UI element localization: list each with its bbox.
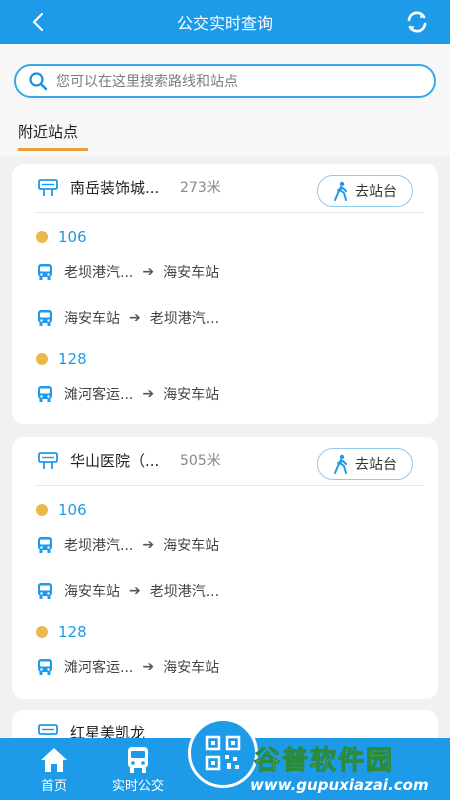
go-to-stop-label: 去站台 [355, 184, 397, 200]
stop-card-header: 华山医院（... 505米 去站台 [12, 437, 438, 485]
section-header: 附近站点 [0, 120, 450, 156]
bus-icon [38, 583, 52, 599]
page-title: 公交实时查询 [176, 14, 273, 33]
direction-to: 老坝港汽... [149, 584, 220, 600]
stop-distance: 505米 [180, 453, 221, 469]
walk-icon [334, 181, 347, 201]
direction-to: 海安车站 [163, 265, 220, 281]
top-bar: 公交实时查询 [0, 0, 450, 44]
tab-home-label: 首页 [40, 778, 67, 794]
route-direction[interactable]: 滩河客运... ➔ 海安车站 [36, 657, 219, 677]
bus-stop-icon [38, 179, 58, 196]
tab-nearby-stops[interactable]: 附近站点 [18, 121, 88, 151]
divider [34, 485, 424, 486]
bus-icon [128, 746, 148, 773]
direction-from: 滩河客运... [64, 387, 134, 403]
back-button[interactable] [26, 8, 50, 36]
go-to-stop-label: 去站台 [355, 457, 397, 473]
route-dot [36, 504, 48, 516]
route-dot [36, 231, 48, 243]
arrow-right-icon: ➔ [142, 264, 155, 280]
search-input[interactable]: 您可以在这里搜索路线和站点 [14, 64, 436, 98]
tab-home[interactable]: 首页 [14, 738, 94, 800]
direction-to: 海安车站 [163, 660, 220, 676]
search-placeholder: 您可以在这里搜索路线和站点 [56, 74, 238, 90]
bus-icon [38, 537, 52, 553]
route-number[interactable]: 128 [36, 623, 87, 641]
search-icon [29, 72, 48, 91]
arrow-right-icon: ➔ [142, 386, 155, 402]
direction-to: 海安车站 [163, 387, 220, 403]
route-direction[interactable]: 滩河客运... ➔ 海安车站 [36, 384, 219, 404]
route-direction[interactable]: 海安车站 ➔ 老坝港汽... [36, 581, 219, 601]
watermark-title: 谷普软件园 [253, 746, 395, 777]
search-area: 您可以在这里搜索路线和站点 [0, 44, 450, 120]
stop-card[interactable]: 南岳装饰城... 273米 去站台 106 老坝港汽... ➔ 海安车站 海安车… [12, 164, 438, 424]
direction-to: 老坝港汽... [149, 311, 220, 327]
watermark: 谷普软件园 www.gupuxiazai.com [248, 740, 448, 798]
bus-icon [38, 310, 52, 326]
arrow-right-icon: ➔ [142, 659, 155, 675]
home-icon [41, 747, 67, 772]
stop-name: 南岳装饰城... [70, 179, 160, 197]
tab-realtime-bus-label: 实时公交 [111, 778, 164, 794]
direction-from: 老坝港汽... [64, 538, 134, 554]
route-dot [36, 353, 48, 365]
route-number[interactable]: 128 [36, 350, 87, 368]
bus-stop-icon [38, 452, 58, 469]
arrow-right-icon: ➔ [129, 310, 141, 326]
route-number-text: 128 [58, 623, 87, 641]
tab-realtime-bus[interactable]: 实时公交 [98, 738, 178, 800]
route-number[interactable]: 106 [36, 501, 87, 519]
stop-card-header: 南岳装饰城... 273米 去站台 [12, 164, 438, 212]
stop-card[interactable]: 华山医院（... 505米 去站台 106 老坝港汽... ➔ 海安车站 海安车… [12, 437, 438, 699]
direction-from: 老坝港汽... [64, 265, 134, 281]
route-number-text: 106 [58, 501, 87, 519]
arrow-right-icon: ➔ [142, 537, 155, 553]
go-to-stop-button[interactable]: 去站台 [317, 448, 413, 480]
bus-icon [38, 659, 52, 675]
bus-icon [38, 386, 52, 402]
walk-icon [334, 454, 347, 474]
divider [34, 212, 424, 213]
direction-to: 海安车站 [163, 538, 220, 554]
stop-distance: 273米 [180, 180, 221, 196]
route-direction[interactable]: 老坝港汽... ➔ 海安车站 [36, 535, 219, 555]
stop-name: 华山医院（... [70, 452, 160, 470]
refresh-button[interactable] [404, 9, 430, 35]
bus-icon [38, 264, 52, 280]
chevron-left-icon [32, 12, 44, 32]
route-direction[interactable]: 海安车站 ➔ 老坝港汽... [36, 308, 219, 328]
watermark-url: www.gupuxiazai.com [250, 776, 429, 794]
route-number-text: 128 [58, 350, 87, 368]
arrow-right-icon: ➔ [129, 583, 141, 599]
refresh-icon [407, 11, 427, 33]
direction-from: 滩河客运... [64, 660, 134, 676]
direction-from: 海安车站 [64, 584, 120, 600]
route-number-text: 106 [58, 228, 87, 246]
route-dot [36, 626, 48, 638]
qr-code-icon [205, 735, 241, 771]
route-number[interactable]: 106 [36, 228, 87, 246]
direction-from: 海安车站 [64, 311, 120, 327]
route-direction[interactable]: 老坝港汽... ➔ 海安车站 [36, 262, 219, 282]
go-to-stop-button[interactable]: 去站台 [317, 175, 413, 207]
